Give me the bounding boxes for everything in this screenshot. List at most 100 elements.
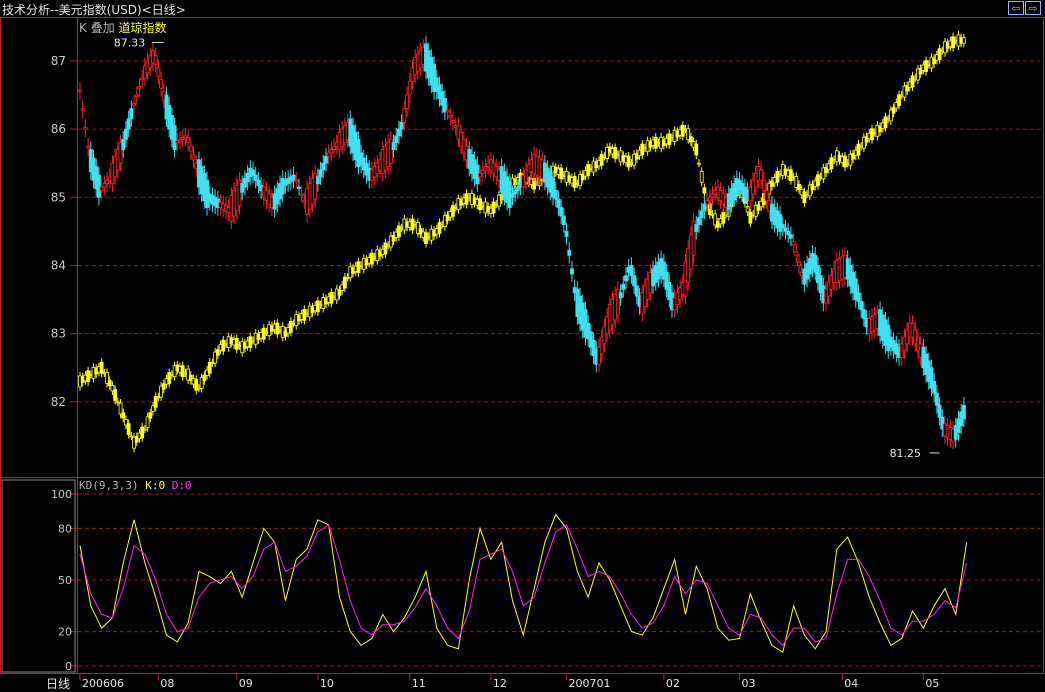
overlay-candle-body bbox=[261, 327, 266, 340]
usd-candle-body bbox=[172, 125, 177, 150]
usd-candle-body bbox=[451, 120, 455, 123]
usd-candle-body bbox=[478, 172, 482, 178]
overlay-candle-body bbox=[464, 193, 469, 205]
kline-header: K 叠加 道琼指数 bbox=[79, 19, 167, 36]
usd-candle-body bbox=[632, 275, 637, 287]
usd-candle-body bbox=[105, 179, 109, 185]
usd-candle-body bbox=[794, 251, 799, 256]
overlay-candle-body bbox=[491, 201, 496, 214]
overlay-candle-body bbox=[843, 155, 847, 168]
overlay-candle-body bbox=[640, 143, 645, 156]
usd-candle-body bbox=[291, 174, 296, 181]
arrow-left-icon[interactable]: ⇦ bbox=[1008, 1, 1024, 15]
usd-candle-body bbox=[294, 179, 299, 183]
usd-candle-body bbox=[783, 227, 788, 232]
usd-candle-body bbox=[759, 169, 764, 181]
overlay-candle-body bbox=[86, 370, 91, 383]
period-label[interactable]: 日线 bbox=[46, 675, 70, 692]
usd-candle-body bbox=[399, 121, 404, 130]
overlay-candle-body bbox=[288, 320, 293, 333]
overlay-candle-body bbox=[702, 187, 707, 194]
overlay-candle-body bbox=[951, 36, 955, 49]
usd-candle-body bbox=[483, 166, 488, 171]
max-value-label: 87.33 bbox=[114, 36, 146, 49]
price-tick-label: 85 bbox=[51, 190, 66, 204]
usd-candle-body bbox=[786, 230, 791, 236]
overlay-candle-body bbox=[167, 372, 172, 384]
usd-candle-body bbox=[624, 275, 628, 282]
usd-candle-body bbox=[553, 190, 558, 200]
overlay-candle-body bbox=[99, 361, 104, 374]
usd-candle-body bbox=[859, 300, 864, 311]
overlay-candle-body bbox=[337, 289, 342, 296]
overlay-candle-body bbox=[161, 383, 166, 390]
kd-d-value: D:0 bbox=[171, 479, 192, 492]
overlay-candle-body bbox=[891, 107, 896, 114]
overlay-candle-body bbox=[129, 435, 134, 438]
usd-candle-body bbox=[397, 128, 401, 137]
usd-candle-body bbox=[83, 126, 88, 130]
usd-candle-body bbox=[188, 145, 193, 152]
usd-candle-body bbox=[253, 174, 258, 181]
usd-candle-body bbox=[570, 268, 574, 275]
usd-candle-body bbox=[778, 213, 783, 232]
overlay-candle-body bbox=[383, 242, 388, 255]
overlay-candle-body bbox=[397, 225, 401, 238]
overlay-candle-body bbox=[356, 261, 361, 274]
overlay-candle-body bbox=[910, 75, 915, 88]
usd-candle-body bbox=[321, 162, 326, 171]
overlay-candle-body bbox=[788, 169, 793, 181]
usd-candle-body bbox=[961, 404, 966, 420]
x-month-label: 200701 bbox=[569, 677, 611, 690]
overlay-candle-body bbox=[797, 183, 801, 191]
usd-candle-body bbox=[861, 309, 866, 319]
usd-candle-body bbox=[480, 169, 485, 174]
usd-candle-body bbox=[324, 155, 328, 164]
overlay-candle-body bbox=[478, 198, 482, 210]
usd-candle-body bbox=[707, 196, 712, 202]
usd-candle-body bbox=[621, 283, 626, 290]
usd-candle-body bbox=[318, 169, 323, 178]
overlay-candle-body bbox=[329, 291, 334, 304]
usd-candle-body bbox=[326, 152, 331, 157]
kd-tick-label: 100 bbox=[51, 488, 72, 501]
overlay-candle-body bbox=[370, 252, 374, 265]
overlay-candle-body bbox=[248, 336, 253, 349]
usd-candle-body bbox=[256, 179, 261, 186]
usd-candle-body bbox=[102, 183, 107, 188]
overlay-candle-body bbox=[148, 412, 153, 419]
overlay-candle-body bbox=[626, 155, 631, 168]
usd-candle-body bbox=[129, 108, 134, 120]
usd-candle-body bbox=[153, 55, 158, 65]
arrow-right-icon[interactable]: ⇨ bbox=[1025, 1, 1041, 15]
usd-candle-body bbox=[332, 145, 337, 150]
overlay-candle-body bbox=[688, 136, 693, 143]
usd-candle-body bbox=[402, 108, 407, 123]
overlay-candle-body bbox=[202, 374, 207, 382]
usd-candle-body bbox=[513, 190, 518, 195]
overlay-candle-body bbox=[721, 211, 726, 224]
x-month-label: 10 bbox=[320, 677, 334, 690]
usd-candle-body bbox=[445, 109, 450, 113]
usd-candle-body bbox=[191, 154, 196, 161]
overlay-candle-body bbox=[829, 157, 834, 170]
usd-candle-body bbox=[251, 169, 255, 176]
usd-candle-body bbox=[296, 186, 301, 189]
overlay-name[interactable]: 道琼指数 bbox=[119, 21, 167, 35]
usd-candle-body bbox=[694, 224, 699, 232]
overlay-candle-body bbox=[451, 205, 455, 217]
x-month-label: 02 bbox=[666, 677, 680, 690]
overlay-candle-body bbox=[680, 124, 685, 137]
chart-canvas[interactable]: 82 83 84 85 86 87 100 80 50 20 0 200606 08 09 10 11 12 2… bbox=[0, 17, 1045, 690]
overlay-candle-body bbox=[437, 222, 442, 234]
usd-candle-body bbox=[124, 128, 128, 140]
kd-params: KD(9,3,3) bbox=[79, 479, 139, 492]
usd-candle-body bbox=[761, 179, 766, 191]
usd-candle-body bbox=[764, 190, 769, 202]
usd-candle-body bbox=[394, 135, 399, 144]
usd-candle-body bbox=[132, 103, 137, 106]
usd-candle-body bbox=[561, 215, 566, 225]
x-month-label: 200606 bbox=[82, 677, 124, 690]
overlay-candle-body bbox=[121, 412, 126, 419]
overlay-candle-body bbox=[126, 423, 131, 435]
